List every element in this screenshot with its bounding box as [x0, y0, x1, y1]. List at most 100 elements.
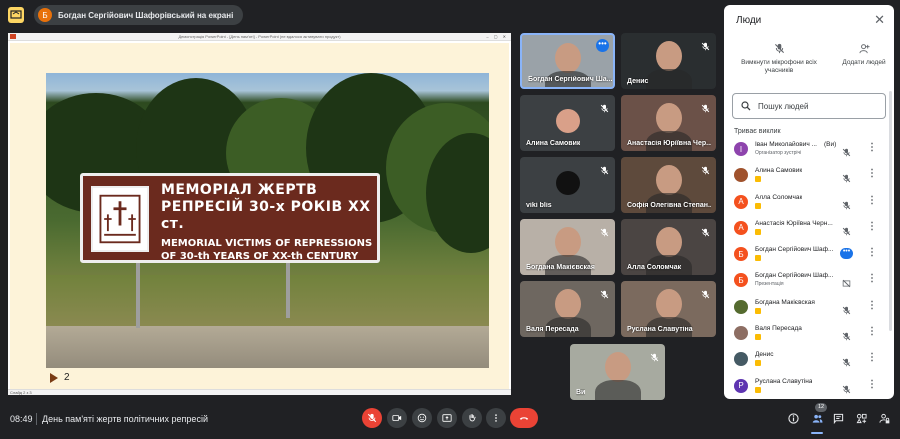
present-screen-icon[interactable]	[8, 7, 24, 23]
participant-tile[interactable]: viki blis	[520, 157, 615, 213]
more-options-icon[interactable]: ⋮	[867, 195, 877, 207]
participant-video-figure	[655, 103, 682, 133]
camera-toggle-button[interactable]	[387, 408, 407, 428]
present-badge-icon	[755, 360, 761, 367]
more-options-icon[interactable]: ⋮	[867, 379, 877, 391]
add-people-button[interactable]: Додати людей	[842, 43, 886, 67]
hang-up-icon	[519, 417, 529, 420]
panel-title: Люди	[736, 15, 762, 26]
participant-tile[interactable]: Валя Пересада	[520, 281, 615, 337]
mute-all-button[interactable]: Вимкнути мікрофони всіх учасників	[734, 43, 824, 75]
participant-name: Алла Соломчак	[627, 264, 682, 271]
search-input[interactable]	[758, 101, 878, 111]
leave-call-button[interactable]	[510, 408, 538, 428]
raise-hand-button[interactable]	[462, 408, 482, 428]
participant-row[interactable]: А Алла Соломчак ⋮	[724, 189, 894, 215]
participant-row[interactable]: А Анастасія Юріївна Черн... ⋮	[724, 215, 894, 241]
more-options-icon[interactable]: ⋮	[867, 247, 877, 259]
present-now-button[interactable]	[437, 408, 457, 428]
sign-post-right	[286, 258, 290, 318]
mic-off-icon[interactable]	[842, 381, 851, 393]
presenter-avatar: Б	[38, 8, 52, 22]
participant-list: І Іван Миколайович ... (Ви) Організатор зус…	[724, 136, 894, 399]
participant-video-figure	[604, 352, 631, 382]
host-controls-button[interactable]	[877, 411, 891, 425]
participant-avatar: І	[734, 142, 748, 156]
participant-row[interactable]: Валя Пересада ⋮	[724, 320, 894, 346]
participant-row[interactable]: Р Руслана Славутіна ⋮	[724, 373, 894, 399]
mic-off-icon[interactable]	[842, 144, 851, 157]
participant-video-figure	[655, 165, 682, 195]
participant-name: Богдана Макієвская	[755, 298, 815, 306]
present-off-icon[interactable]	[842, 275, 851, 288]
more-vert-icon	[495, 414, 497, 422]
presenter-pill: Б Богдан Сергійович Шафорівський на екра…	[34, 5, 244, 25]
mic-off-icon	[600, 224, 609, 237]
memorial-sign: МЕМОРІАЛ ЖЕРТВ РЕПРЕСІЙ 30-х РОКІВ XX ст…	[80, 173, 380, 263]
participant-row[interactable]: Алина Самовик ⋮	[724, 162, 894, 188]
participant-video-body	[645, 69, 692, 89]
people-button[interactable]	[810, 411, 824, 425]
mic-off-icon[interactable]	[842, 223, 851, 236]
participant-name: Софія Олегівна Степан...	[627, 202, 711, 209]
hand-icon	[469, 414, 476, 422]
participant-row[interactable]: І Іван Миколайович ... (Ви) Організатор зус…	[724, 136, 894, 162]
more-options-icon[interactable]: ⋮	[867, 221, 877, 233]
participant-row[interactable]: Б Богдан Сергійович Шаф... ••• ⋮	[724, 241, 894, 267]
participant-tile[interactable]: Софія Олегівна Степан...	[621, 157, 716, 213]
more-options-icon[interactable]: ⋮	[867, 326, 877, 338]
panel-scrollbar[interactable]	[889, 91, 892, 331]
mic-off-icon[interactable]	[842, 302, 851, 315]
participant-tile[interactable]: ••• Богдан Сергійович Ша...	[520, 33, 615, 89]
more-options-icon[interactable]: ⋮	[867, 273, 877, 285]
lock-person-icon	[878, 413, 889, 423]
participant-tile[interactable]: Руслана Славутіна	[621, 281, 716, 337]
participant-tile[interactable]: Ви	[570, 344, 665, 400]
present-badge-icon	[755, 255, 761, 262]
slide-status-bar: Слайд 2 з 3	[8, 389, 511, 395]
mic-off-icon	[367, 413, 377, 423]
participant-avatar: Р	[734, 378, 748, 393]
reactions-button[interactable]	[412, 408, 432, 428]
mic-off-icon[interactable]	[842, 170, 851, 183]
more-options-icon[interactable]: ⋮	[867, 352, 877, 364]
more-options-button[interactable]	[486, 408, 506, 428]
participant-tile[interactable]: Денис	[621, 33, 716, 89]
slide-marker-icon	[50, 372, 58, 383]
chat-button[interactable]	[831, 411, 845, 425]
participant-row[interactable]: Денис ⋮	[724, 346, 894, 372]
mic-off-icon[interactable]	[842, 354, 851, 367]
present-badge-icon	[755, 334, 761, 341]
close-icon[interactable]: ✕	[874, 13, 885, 26]
sign-post-left	[136, 258, 140, 328]
slide-window-title: Демонстрація PowerPoint - [День пам'яті]…	[178, 34, 341, 39]
participant-avatar: Б	[734, 247, 748, 262]
more-options-icon[interactable]: ⋮	[867, 300, 877, 312]
participant-video-figure	[554, 289, 581, 319]
search-box[interactable]	[732, 93, 886, 119]
mic-toggle-button[interactable]	[362, 408, 382, 428]
participant-name: Богдана Макієвская	[526, 264, 595, 271]
present-badge-icon	[755, 307, 761, 314]
activities-button[interactable]	[854, 411, 868, 425]
participant-avatar: А	[734, 220, 748, 235]
more-options-icon[interactable]: ⋮	[867, 142, 877, 154]
mic-off-icon	[650, 349, 659, 362]
participant-tile[interactable]: Алина Самовик	[520, 95, 615, 151]
present-badge-icon	[755, 176, 761, 183]
people-active-indicator	[811, 432, 823, 434]
mic-off-icon[interactable]	[842, 197, 851, 209]
participant-tile[interactable]: Анастасія Юріївна Чер...	[621, 95, 716, 151]
participant-row[interactable]: Богдана Макієвская ⋮	[724, 294, 894, 320]
participant-tile[interactable]: Алла Соломчак	[621, 219, 716, 275]
participant-tile[interactable]: Богдана Макієвская	[520, 219, 615, 275]
participant-row[interactable]: Б Богдан Сергійович Шаф... Презентація ⋮	[724, 267, 894, 293]
meeting-details-button[interactable]	[786, 411, 800, 425]
people-panel: Люди ✕ Вимкнути мікрофони всіх учасників…	[724, 5, 894, 399]
mute-all-label: Вимкнути мікрофони всіх учасників	[741, 59, 817, 74]
sign-text: МЕМОРІАЛ ЖЕРТВ РЕПРЕСІЙ 30-х РОКІВ XX ст…	[161, 182, 379, 263]
mic-off-icon[interactable]	[842, 328, 851, 341]
more-options-icon[interactable]: ⋮	[867, 168, 877, 180]
more-options-icon[interactable]: •••	[596, 39, 609, 52]
add-people-label: Додати людей	[842, 59, 886, 66]
